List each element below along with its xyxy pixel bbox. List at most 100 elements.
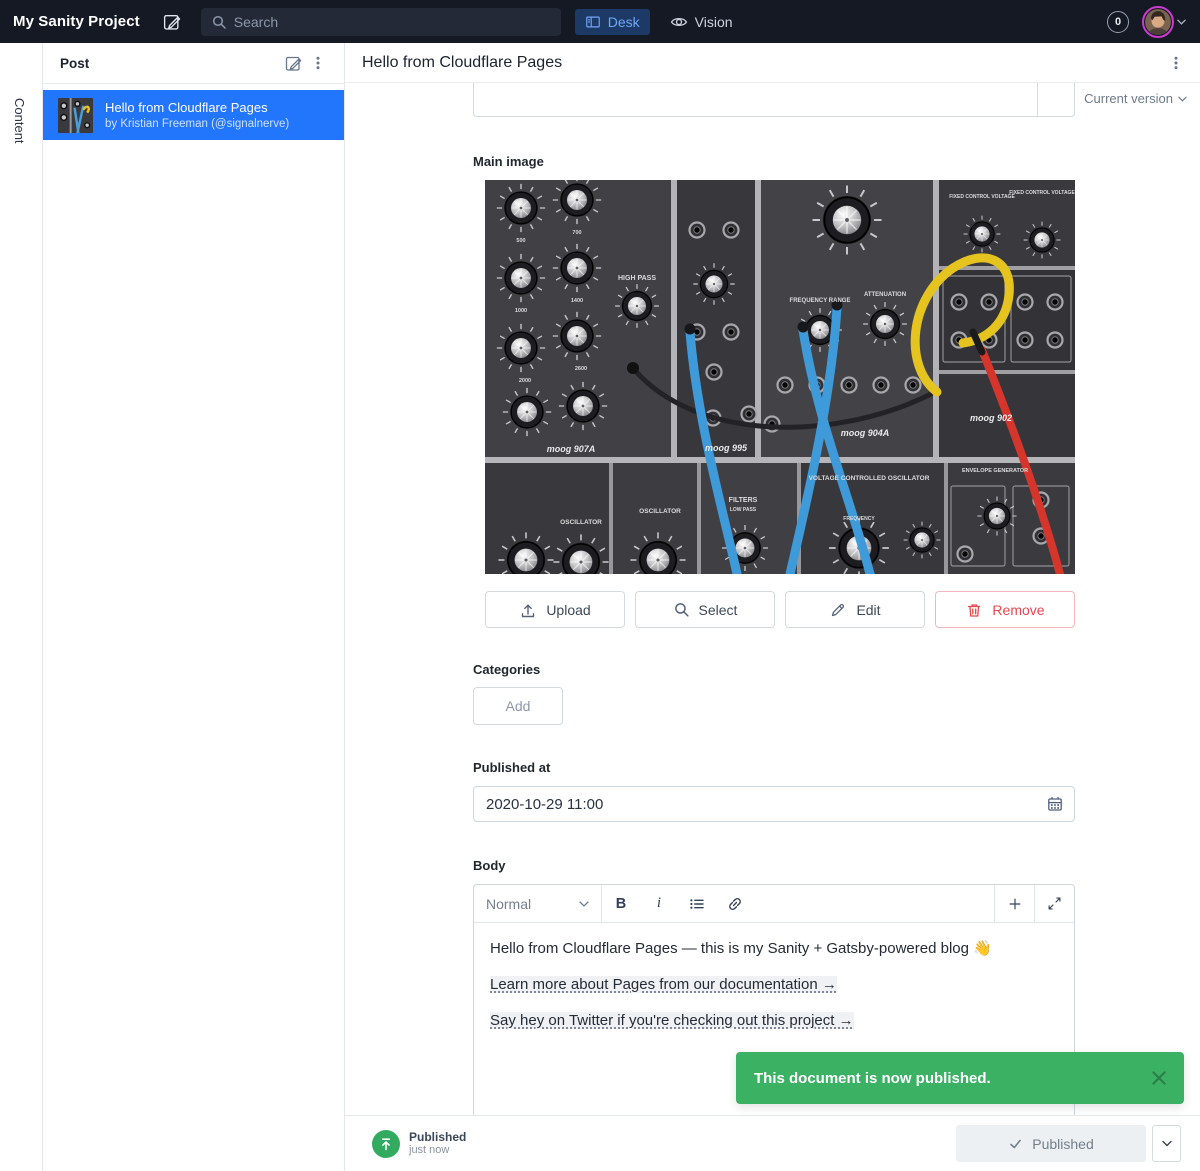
- body-toolbar: Normal B i: [474, 885, 1074, 923]
- synth-label-moog902: moog 902: [970, 413, 1012, 423]
- select-button-label: Select: [699, 602, 738, 618]
- body-content[interactable]: Hello from Cloudflare Pages — this is my…: [474, 923, 1074, 1061]
- edit-button[interactable]: Edit: [785, 591, 925, 628]
- main-image-label: Main image: [473, 154, 1075, 169]
- remove-button[interactable]: Remove: [935, 591, 1075, 628]
- toast-close-button[interactable]: [1150, 1069, 1168, 1087]
- compose-icon: [162, 12, 181, 31]
- add-category-button[interactable]: Add: [473, 687, 563, 725]
- document-form-scroll: Current version Main image: [345, 83, 1200, 1115]
- post-pane-header: Post: [43, 43, 344, 84]
- upload-button[interactable]: Upload: [485, 591, 625, 628]
- published-at-field: [473, 786, 1075, 822]
- upload-button-label: Upload: [546, 602, 590, 618]
- published-at-input[interactable]: [473, 786, 1075, 822]
- calendar-icon[interactable]: [1046, 795, 1064, 813]
- synth-freq-label: 2000: [519, 378, 531, 384]
- bullet-list-icon: [688, 895, 706, 913]
- synth-label-vco: VOLTAGE CONTROLLED OSCILLATOR: [809, 475, 930, 482]
- synth-label-moog904: moog 904A: [841, 428, 890, 438]
- upload-icon: [519, 601, 537, 619]
- toast-published: This document is now published.: [736, 1052, 1184, 1104]
- document-editor-pane: Hello from Cloudflare Pages Current vers…: [345, 43, 1200, 1171]
- project-title: My Sanity Project: [13, 13, 140, 30]
- body-label: Body: [473, 858, 1075, 873]
- select-button[interactable]: Select: [635, 591, 775, 628]
- notification-badge[interactable]: 0: [1107, 11, 1129, 33]
- synth-label-oscillator: OSCILLATOR: [560, 519, 602, 526]
- chevron-down-icon: [579, 901, 589, 907]
- chevron-down-icon: [1162, 1140, 1172, 1147]
- post-item-title: Hello from Cloudflare Pages: [105, 100, 289, 116]
- publish-status-title: Published: [409, 1130, 466, 1144]
- post-item-subtitle: by Kristian Freeman (@signalnerve): [105, 117, 289, 131]
- body-link-twitter[interactable]: Say hey on Twitter if you're checking ou…: [490, 1012, 854, 1029]
- compose-button[interactable]: [162, 12, 181, 31]
- search-input[interactable]: [234, 14, 551, 30]
- post-list-pane: Post: [43, 43, 345, 1171]
- toast-message: This document is now published.: [754, 1070, 1150, 1087]
- search-icon: [673, 601, 690, 618]
- close-icon: [1150, 1069, 1168, 1087]
- check-icon: [1008, 1137, 1023, 1150]
- search-bar[interactable]: [201, 8, 561, 36]
- compose-icon: [284, 54, 302, 72]
- bullet-list-button[interactable]: [678, 885, 716, 922]
- publish-menu-button[interactable]: [1152, 1125, 1181, 1162]
- trash-icon: [965, 601, 983, 619]
- synth-label-high-pass: HIGH PASS: [618, 275, 656, 282]
- user-menu[interactable]: [1142, 6, 1200, 38]
- document-title: Hello from Cloudflare Pages: [362, 54, 562, 72]
- chevron-down-icon: [1178, 96, 1187, 102]
- italic-button[interactable]: i: [640, 885, 678, 922]
- synth-label-freq-range: FREQUENCY RANGE: [790, 298, 851, 304]
- clipped-slug-field[interactable]: [473, 83, 1075, 117]
- synth-photo: HIGH PASS FREQUENCY RANGE ATTENUATION FI…: [485, 180, 1075, 574]
- expand-editor-button[interactable]: [1034, 885, 1074, 922]
- post-pane-title: Post: [60, 56, 89, 71]
- synth-label-oscillator: OSCILLATOR: [639, 508, 681, 515]
- document-menu-button[interactable]: [1164, 51, 1188, 75]
- post-pane-menu-button[interactable]: [306, 51, 330, 75]
- add-button-label: Add: [506, 698, 531, 714]
- synth-freq-label: 1000: [515, 308, 527, 314]
- edit-button-label: Edit: [856, 602, 880, 618]
- synth-label-fcv: FIXED CONTROL VOLTAGE: [949, 194, 1015, 200]
- synth-freq-label: 700: [572, 230, 581, 236]
- synth-label-attenuation: ATTENUATION: [864, 292, 906, 298]
- new-document-button[interactable]: [280, 50, 306, 76]
- avatar: [1142, 6, 1174, 38]
- text-style-select[interactable]: Normal: [474, 885, 602, 922]
- search-icon: [211, 14, 227, 30]
- body-link-docs[interactable]: Learn more about Pages from our document…: [490, 976, 837, 993]
- published-button[interactable]: Published: [956, 1125, 1146, 1162]
- pencil-icon: [829, 601, 847, 619]
- publish-status[interactable]: Published just now: [372, 1130, 466, 1158]
- synth-freq-label: 1400: [571, 298, 583, 304]
- tab-desk-label: Desk: [608, 14, 640, 30]
- published-at-label: Published at: [473, 760, 1075, 775]
- content-rail: Content: [0, 43, 43, 1171]
- eye-icon: [670, 13, 688, 31]
- tab-vision[interactable]: Vision: [660, 8, 743, 36]
- bold-button[interactable]: B: [602, 885, 640, 922]
- remove-button-label: Remove: [992, 602, 1044, 618]
- version-selector[interactable]: Current version: [1084, 91, 1187, 106]
- desk-icon: [585, 14, 601, 30]
- content-rail-label[interactable]: Content: [12, 98, 27, 144]
- link-button[interactable]: [716, 885, 754, 922]
- synth-label-moog995: moog 995: [705, 443, 748, 453]
- kebab-menu-icon: [310, 55, 326, 71]
- synth-label-fcv: FIXED CONTROL VOLTAGE: [1009, 190, 1075, 196]
- tab-desk[interactable]: Desk: [575, 9, 650, 35]
- list-item-post[interactable]: Hello from Cloudflare Pages by Kristian …: [43, 90, 344, 140]
- insert-block-button[interactable]: [994, 885, 1034, 922]
- version-label: Current version: [1084, 91, 1173, 106]
- synth-label-filters: FILTERS: [729, 497, 758, 504]
- synth-freq-label: 2600: [575, 366, 587, 372]
- main-image-preview[interactable]: HIGH PASS FREQUENCY RANGE ATTENUATION FI…: [485, 180, 1075, 574]
- categories-label: Categories: [473, 662, 1075, 677]
- plus-icon: [1007, 896, 1023, 912]
- synth-label-low-pass: LOW PASS: [730, 507, 757, 513]
- synth-label-moog907: moog 907A: [547, 444, 596, 454]
